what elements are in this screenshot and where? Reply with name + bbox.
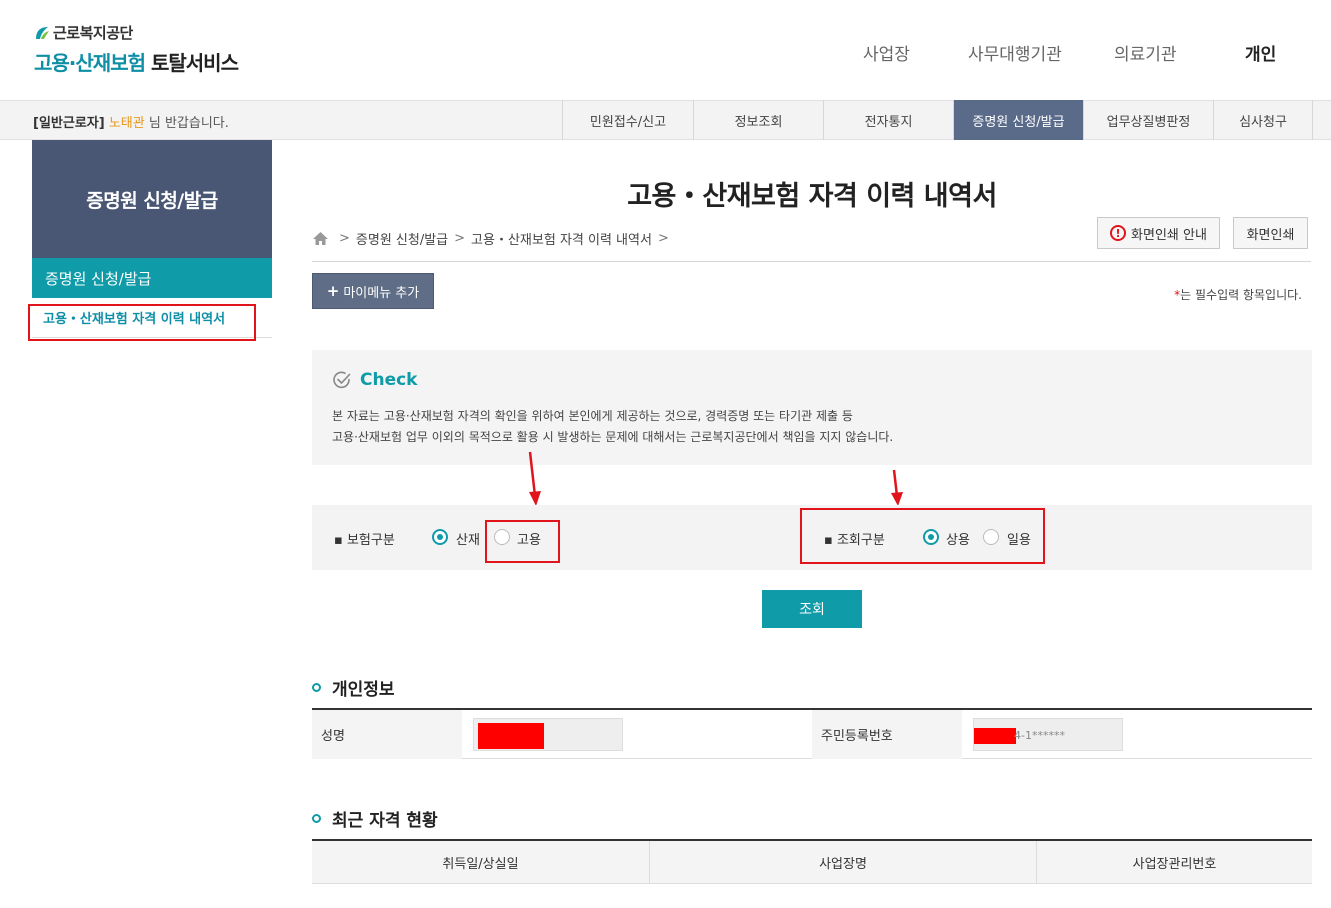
tab-info-inquiry[interactable]: 정보조회 [693,100,823,140]
insurance-type-label-text: 보험구분 [346,533,395,548]
plus-icon: + [326,282,340,300]
ssn-field: 4-1****** [973,718,1123,751]
nav-agency[interactable]: 사무대행기관 [968,40,1062,65]
sidebar-category[interactable]: 증명원 신청/발급 [32,258,272,298]
sub-header-bar: [일반근로자] 노태관 님 반갑습니다. 민원접수/신고 정보조회 전자통지 증… [0,100,1331,140]
annotation-arrow [528,451,541,506]
print-button[interactable]: 화면인쇄 [1233,217,1308,249]
breadcrumb-item[interactable]: 증명원 신청/발급 [356,229,448,248]
check-line-2: 고용·산재보험 업무 이외의 목적으로 활용 시 발생하는 문제에 대해서는 근… [332,430,894,444]
print-guide-button[interactable]: ! 화면인쇄 안내 [1097,217,1220,249]
tab-e-notice[interactable]: 전자통지 [823,100,953,140]
tab-occupational-disease[interactable]: 업무상질병판정 [1083,100,1213,140]
check-title: Check [360,370,418,390]
radio-industrial-accident[interactable] [432,529,448,545]
annotation-box-sidebar [28,304,256,341]
nav-personal[interactable]: 개인 [1245,40,1276,65]
chevron-right-icon: > [454,231,466,246]
redaction-mark [974,728,1016,744]
alert-icon: ! [1110,225,1127,241]
add-mymenu-label: 마이메뉴 추가 [343,285,420,301]
tab-certificate[interactable]: 증명원 신청/발급 [953,100,1083,140]
check-notice: Check 본 자료는 고용·산재보험 자격의 확인을 위하여 본인에게 제공하… [312,350,1312,465]
chevron-right-icon: > [339,231,350,246]
kcomwel-logo-icon [34,25,50,41]
section-title: 최근 자격 현황 [332,811,438,831]
welcome-message: [일반근로자] 노태관 님 반갑습니다. [33,112,229,131]
table-header-business-name: 사업장명 [650,841,1037,884]
breadcrumb: > 증명원 신청/발급 > 고용・산재보험 자격 이력 내역서 > [312,229,675,248]
ssn-label: 주민등록번호 [812,710,962,759]
check-line-1: 본 자료는 고용·산재보험 자격의 확인을 위하여 본인에게 제공하는 것으로,… [332,409,853,423]
print-guide-label: 화면인쇄 안내 [1131,227,1207,243]
top-nav: 사업장 사무대행기관 의료기관 개인 [0,40,1331,65]
section-title: 개인정보 [332,680,395,700]
tab-appeal[interactable]: 심사청구 [1213,100,1313,140]
check-circle-icon [333,371,351,389]
section-personal-info: 개인정보 [312,675,395,700]
annotation-box-query-type [800,508,1045,564]
table-header-date: 취득일/상실일 [312,841,650,884]
required-note: *는 필수입력 항목입니다. [1174,286,1302,303]
table-header-business-number: 사업장관리번호 [1132,857,1217,872]
annotation-box-employment [485,520,560,563]
user-role: [일반근로자] [33,116,105,131]
ssn-value: 4-1****** [1014,729,1065,742]
name-field [473,718,623,751]
user-name: 노태관 [108,116,145,131]
add-mymenu-button[interactable]: + 마이메뉴 추가 [312,273,434,309]
greeting-text: 님 반갑습니다. [148,116,229,131]
section-recent-status: 최근 자격 현황 [312,806,438,831]
bullet-icon [312,683,321,692]
search-button[interactable]: 조회 [762,590,862,628]
name-label: 성명 [312,710,462,759]
nav-medical[interactable]: 의료기관 [1114,40,1177,65]
bullet-icon [312,814,321,823]
insurance-type-label: ▪ 보험구분 [334,533,395,548]
divider [312,261,1311,262]
sidebar-title: 증명원 신청/발급 [32,140,272,258]
redaction-mark [478,723,544,749]
personal-info-table: 성명 주민등록번호 4-1****** [312,708,1312,759]
breadcrumb-item[interactable]: 고용・산재보험 자격 이력 내역서 [471,229,652,248]
page-title: 고용・산재보험 자격 이력 내역서 [627,181,997,212]
nav-business[interactable]: 사업장 [863,40,910,65]
home-icon[interactable] [312,231,329,246]
tab-complaint[interactable]: 민원접수/신고 [562,100,693,140]
required-note-text: 는 필수입력 항목입니다. [1180,288,1302,302]
chevron-right-icon: > [657,231,669,246]
radio-industrial-accident-label[interactable]: 산재 [456,529,480,548]
sub-tabs: 민원접수/신고 정보조회 전자통지 증명원 신청/발급 업무상질병판정 심사청구 [562,100,1313,140]
annotation-arrow [891,469,903,506]
history-table-header: 취득일/상실일 사업장명 사업장관리번호 [312,839,1312,884]
